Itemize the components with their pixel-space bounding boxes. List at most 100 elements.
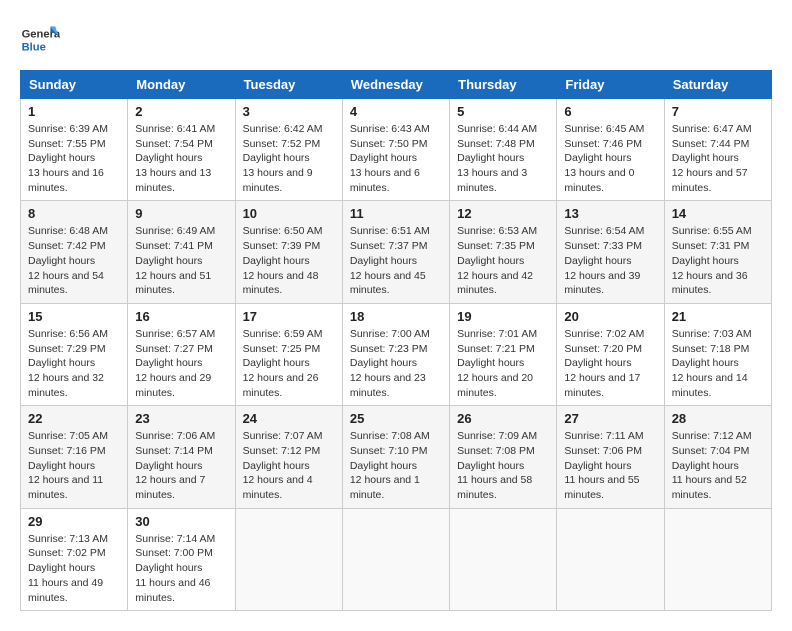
day-info: Sunrise: 6:44 AMSunset: 7:48 PMDaylight … [457, 122, 549, 195]
weekday-header-saturday: Saturday [664, 71, 771, 99]
day-info: Sunrise: 7:14 AMSunset: 7:00 PMDaylight … [135, 532, 227, 605]
day-number: 12 [457, 206, 549, 221]
calendar-body: 1 Sunrise: 6:39 AMSunset: 7:55 PMDayligh… [21, 99, 772, 611]
day-number: 17 [243, 309, 335, 324]
day-number: 25 [350, 411, 442, 426]
calendar-cell: 15 Sunrise: 6:56 AMSunset: 7:29 PMDaylig… [21, 303, 128, 405]
day-number: 5 [457, 104, 549, 119]
day-number: 20 [564, 309, 656, 324]
day-number: 15 [28, 309, 120, 324]
day-number: 10 [243, 206, 335, 221]
day-info: Sunrise: 6:41 AMSunset: 7:54 PMDaylight … [135, 122, 227, 195]
day-info: Sunrise: 7:05 AMSunset: 7:16 PMDaylight … [28, 429, 120, 502]
day-info: Sunrise: 7:07 AMSunset: 7:12 PMDaylight … [243, 429, 335, 502]
day-info: Sunrise: 7:12 AMSunset: 7:04 PMDaylight … [672, 429, 764, 502]
logo-icon: General Blue [20, 20, 60, 60]
day-number: 28 [672, 411, 764, 426]
calendar-week-1: 1 Sunrise: 6:39 AMSunset: 7:55 PMDayligh… [21, 99, 772, 201]
calendar-cell: 14 Sunrise: 6:55 AMSunset: 7:31 PMDaylig… [664, 201, 771, 303]
day-number: 18 [350, 309, 442, 324]
calendar-cell: 10 Sunrise: 6:50 AMSunset: 7:39 PMDaylig… [235, 201, 342, 303]
calendar-cell: 30 Sunrise: 7:14 AMSunset: 7:00 PMDaylig… [128, 508, 235, 610]
day-number: 8 [28, 206, 120, 221]
calendar-cell [557, 508, 664, 610]
calendar-cell [235, 508, 342, 610]
calendar-cell: 6 Sunrise: 6:45 AMSunset: 7:46 PMDayligh… [557, 99, 664, 201]
day-number: 6 [564, 104, 656, 119]
day-info: Sunrise: 7:08 AMSunset: 7:10 PMDaylight … [350, 429, 442, 502]
calendar-cell [450, 508, 557, 610]
calendar-cell: 19 Sunrise: 7:01 AMSunset: 7:21 PMDaylig… [450, 303, 557, 405]
day-info: Sunrise: 6:49 AMSunset: 7:41 PMDaylight … [135, 224, 227, 297]
day-number: 26 [457, 411, 549, 426]
day-info: Sunrise: 6:55 AMSunset: 7:31 PMDaylight … [672, 224, 764, 297]
day-info: Sunrise: 6:56 AMSunset: 7:29 PMDaylight … [28, 327, 120, 400]
day-info: Sunrise: 7:03 AMSunset: 7:18 PMDaylight … [672, 327, 764, 400]
calendar-cell: 24 Sunrise: 7:07 AMSunset: 7:12 PMDaylig… [235, 406, 342, 508]
calendar-cell: 9 Sunrise: 6:49 AMSunset: 7:41 PMDayligh… [128, 201, 235, 303]
day-info: Sunrise: 6:43 AMSunset: 7:50 PMDaylight … [350, 122, 442, 195]
weekday-header-monday: Monday [128, 71, 235, 99]
calendar-cell: 20 Sunrise: 7:02 AMSunset: 7:20 PMDaylig… [557, 303, 664, 405]
weekday-header-row: SundayMondayTuesdayWednesdayThursdayFrid… [21, 71, 772, 99]
day-info: Sunrise: 7:06 AMSunset: 7:14 PMDaylight … [135, 429, 227, 502]
day-number: 2 [135, 104, 227, 119]
day-info: Sunrise: 7:01 AMSunset: 7:21 PMDaylight … [457, 327, 549, 400]
calendar-table: SundayMondayTuesdayWednesdayThursdayFrid… [20, 70, 772, 611]
day-info: Sunrise: 7:13 AMSunset: 7:02 PMDaylight … [28, 532, 120, 605]
day-number: 13 [564, 206, 656, 221]
day-info: Sunrise: 6:50 AMSunset: 7:39 PMDaylight … [243, 224, 335, 297]
day-info: Sunrise: 7:09 AMSunset: 7:08 PMDaylight … [457, 429, 549, 502]
calendar-cell [342, 508, 449, 610]
day-info: Sunrise: 7:00 AMSunset: 7:23 PMDaylight … [350, 327, 442, 400]
calendar-cell: 26 Sunrise: 7:09 AMSunset: 7:08 PMDaylig… [450, 406, 557, 508]
day-number: 30 [135, 514, 227, 529]
day-info: Sunrise: 7:11 AMSunset: 7:06 PMDaylight … [564, 429, 656, 502]
day-number: 22 [28, 411, 120, 426]
calendar-week-2: 8 Sunrise: 6:48 AMSunset: 7:42 PMDayligh… [21, 201, 772, 303]
day-info: Sunrise: 6:48 AMSunset: 7:42 PMDaylight … [28, 224, 120, 297]
day-info: Sunrise: 6:51 AMSunset: 7:37 PMDaylight … [350, 224, 442, 297]
calendar-cell: 12 Sunrise: 6:53 AMSunset: 7:35 PMDaylig… [450, 201, 557, 303]
calendar-week-5: 29 Sunrise: 7:13 AMSunset: 7:02 PMDaylig… [21, 508, 772, 610]
calendar-cell: 29 Sunrise: 7:13 AMSunset: 7:02 PMDaylig… [21, 508, 128, 610]
day-number: 9 [135, 206, 227, 221]
calendar-cell: 16 Sunrise: 6:57 AMSunset: 7:27 PMDaylig… [128, 303, 235, 405]
calendar-cell: 21 Sunrise: 7:03 AMSunset: 7:18 PMDaylig… [664, 303, 771, 405]
calendar-cell: 13 Sunrise: 6:54 AMSunset: 7:33 PMDaylig… [557, 201, 664, 303]
day-info: Sunrise: 6:57 AMSunset: 7:27 PMDaylight … [135, 327, 227, 400]
calendar-cell: 5 Sunrise: 6:44 AMSunset: 7:48 PMDayligh… [450, 99, 557, 201]
day-number: 23 [135, 411, 227, 426]
day-number: 24 [243, 411, 335, 426]
calendar-cell: 28 Sunrise: 7:12 AMSunset: 7:04 PMDaylig… [664, 406, 771, 508]
calendar-cell: 27 Sunrise: 7:11 AMSunset: 7:06 PMDaylig… [557, 406, 664, 508]
calendar-cell: 11 Sunrise: 6:51 AMSunset: 7:37 PMDaylig… [342, 201, 449, 303]
day-info: Sunrise: 6:47 AMSunset: 7:44 PMDaylight … [672, 122, 764, 195]
svg-text:Blue: Blue [22, 41, 46, 53]
weekday-header-wednesday: Wednesday [342, 71, 449, 99]
day-number: 16 [135, 309, 227, 324]
calendar-cell: 18 Sunrise: 7:00 AMSunset: 7:23 PMDaylig… [342, 303, 449, 405]
day-info: Sunrise: 6:59 AMSunset: 7:25 PMDaylight … [243, 327, 335, 400]
day-number: 14 [672, 206, 764, 221]
day-info: Sunrise: 6:39 AMSunset: 7:55 PMDaylight … [28, 122, 120, 195]
weekday-header-friday: Friday [557, 71, 664, 99]
logo: General Blue [20, 20, 60, 60]
calendar-cell: 23 Sunrise: 7:06 AMSunset: 7:14 PMDaylig… [128, 406, 235, 508]
calendar-cell: 4 Sunrise: 6:43 AMSunset: 7:50 PMDayligh… [342, 99, 449, 201]
calendar-cell: 3 Sunrise: 6:42 AMSunset: 7:52 PMDayligh… [235, 99, 342, 201]
weekday-header-tuesday: Tuesday [235, 71, 342, 99]
day-number: 11 [350, 206, 442, 221]
calendar-cell: 22 Sunrise: 7:05 AMSunset: 7:16 PMDaylig… [21, 406, 128, 508]
calendar-cell: 8 Sunrise: 6:48 AMSunset: 7:42 PMDayligh… [21, 201, 128, 303]
day-info: Sunrise: 6:42 AMSunset: 7:52 PMDaylight … [243, 122, 335, 195]
calendar-week-4: 22 Sunrise: 7:05 AMSunset: 7:16 PMDaylig… [21, 406, 772, 508]
day-number: 27 [564, 411, 656, 426]
calendar-cell: 7 Sunrise: 6:47 AMSunset: 7:44 PMDayligh… [664, 99, 771, 201]
day-number: 19 [457, 309, 549, 324]
day-number: 4 [350, 104, 442, 119]
weekday-header-sunday: Sunday [21, 71, 128, 99]
calendar-cell [664, 508, 771, 610]
day-number: 29 [28, 514, 120, 529]
day-number: 21 [672, 309, 764, 324]
